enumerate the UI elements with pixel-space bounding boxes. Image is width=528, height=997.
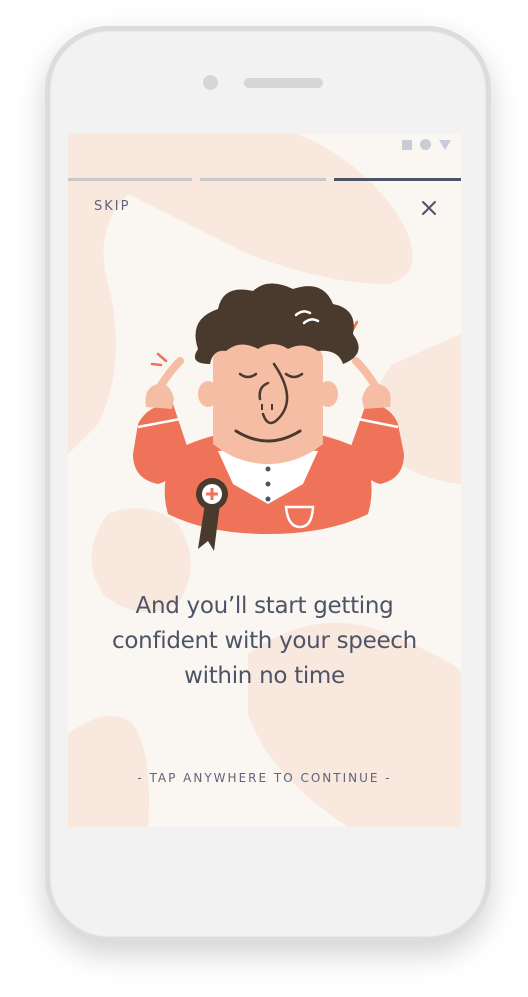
tap-to-continue-hint: - TAP ANYWHERE TO CONTINUE - bbox=[137, 771, 392, 785]
circle-icon bbox=[420, 139, 431, 150]
triangle-icon bbox=[439, 139, 451, 150]
close-icon[interactable] bbox=[417, 196, 441, 220]
onboarding-screen[interactable]: SKIP And you’ll start getting confident … bbox=[68, 134, 461, 827]
earpiece-speaker bbox=[244, 78, 323, 88]
onboarding-headline: And you’ll start getting confident with … bbox=[112, 593, 417, 689]
confident-man-illustration bbox=[133, 283, 404, 551]
status-bar bbox=[402, 139, 451, 150]
progress-step-3 bbox=[334, 178, 461, 181]
square-icon bbox=[402, 139, 412, 150]
skip-button[interactable]: SKIP bbox=[94, 199, 130, 214]
front-camera bbox=[203, 75, 218, 90]
progress-step-2 bbox=[200, 178, 326, 181]
progress-indicator bbox=[68, 178, 461, 181]
progress-step-1 bbox=[68, 178, 192, 181]
